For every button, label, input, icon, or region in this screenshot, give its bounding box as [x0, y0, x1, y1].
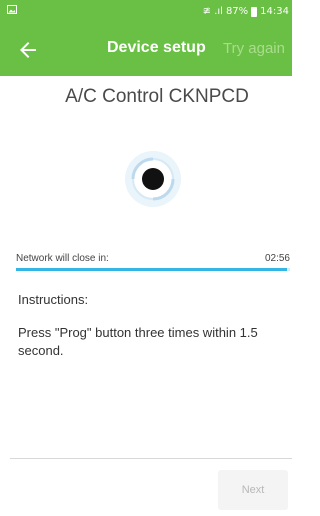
app-bar: Device setup Try again	[0, 24, 292, 76]
arrow-left-icon[interactable]	[16, 38, 40, 62]
network-timer-label: Network will close in:	[16, 253, 109, 264]
network-progress-fill	[16, 268, 288, 271]
page-title: Device setup	[107, 39, 206, 56]
battery-percent: 87%	[225, 6, 249, 17]
instructions-heading: Instructions:	[18, 292, 89, 307]
network-countdown: 02:56	[264, 253, 290, 264]
try-again-button[interactable]: Try again	[223, 40, 285, 57]
device-target-icon	[124, 150, 182, 208]
status-bar: ≇ .ıl 87% 14:34	[0, 0, 292, 24]
device-name: A/C Control CKNPCD	[65, 86, 249, 107]
footer-divider	[10, 458, 292, 459]
status-indicators: ≇ .ıl 87% 14:34	[203, 6, 289, 17]
clock: 14:34	[260, 6, 289, 17]
network-progress-bar	[16, 268, 290, 271]
signal-icon: ≇ .ıl	[202, 6, 223, 17]
gallery-icon	[7, 5, 17, 17]
instructions-text: Press "Prog" button three times within 1…	[18, 325, 258, 358]
next-button[interactable]: Next	[218, 470, 288, 510]
battery-icon	[251, 6, 258, 17]
